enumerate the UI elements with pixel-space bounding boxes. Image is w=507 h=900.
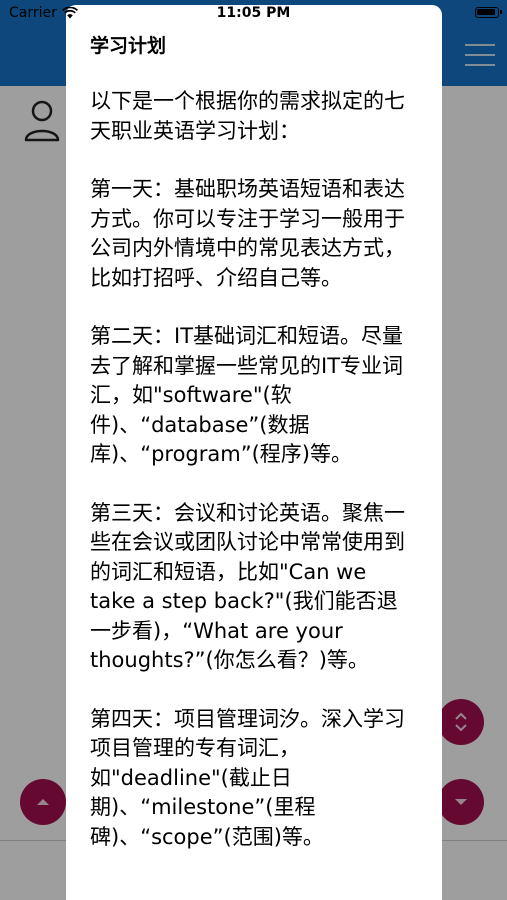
plan-paragraph: 第四天：项目管理词汐。深入学习项目管理的专有词汇，如"deadline"(截止日… <box>90 706 405 849</box>
app-screen: Carrier 11:05 PM 学习计划 以下是一个根据你的需求拟定的七天职业… <box>0 0 507 900</box>
plan-paragraph: 第三天：会议和讨论英语。聚焦一些在会议或团队讨论中常常使用到的词汇和短语，比如"… <box>90 500 405 673</box>
plan-paragraph: 第二天：IT基础词汇和短语。尽量去了解和掌握一些常见的IT专业词汇，如"soft… <box>90 324 404 466</box>
modal-body[interactable]: 以下是一个根据你的需求拟定的七天职业英语学习计划： 第一天：基础职场英语短语和表… <box>90 87 418 852</box>
status-bar: Carrier 11:05 PM <box>0 0 507 28</box>
battery-icon <box>475 7 502 18</box>
status-time: 11:05 PM <box>216 5 291 21</box>
plan-paragraph: 第一天：基础职场英语短语和表达方式。你可以专注于学习一般用于公司内外情境中的常见… <box>90 177 405 290</box>
plan-paragraph: 以下是一个根据你的需求拟定的七天职业英语学习计划： <box>90 89 405 143</box>
study-plan-modal: 学习计划 以下是一个根据你的需求拟定的七天职业英语学习计划： 第一天：基础职场英… <box>66 5 442 900</box>
modal-title: 学习计划 <box>90 35 167 57</box>
